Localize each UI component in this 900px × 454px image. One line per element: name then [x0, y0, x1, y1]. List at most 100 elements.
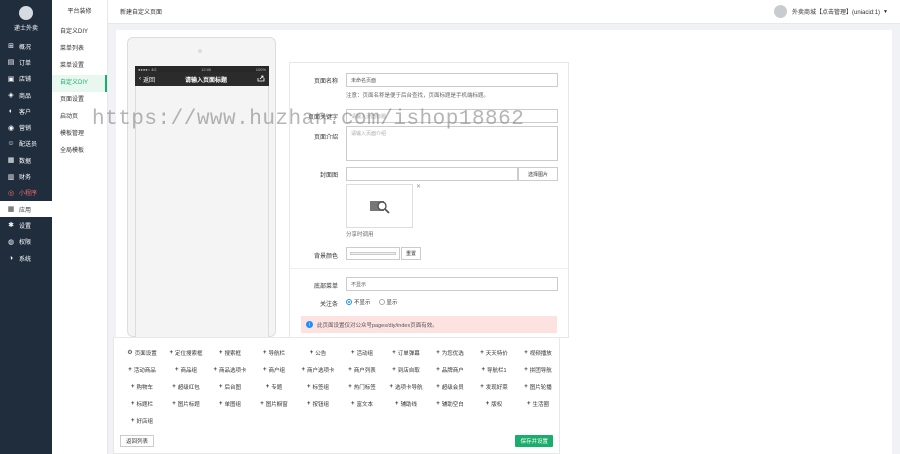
- component-button[interactable]: + 超级红包: [164, 378, 208, 395]
- nav-item[interactable]: ☺ 配送员: [0, 136, 52, 152]
- component-button[interactable]: + 热门标签: [340, 378, 384, 395]
- plus-icon: +: [436, 349, 440, 356]
- component-button[interactable]: + 图片标题: [164, 395, 208, 412]
- nav-item[interactable]: ▥ 财务: [0, 168, 52, 184]
- component-button[interactable]: + 标题栏: [120, 395, 164, 412]
- nav-item[interactable]: ✱ 设置: [0, 217, 52, 233]
- component-button[interactable]: + 导航栏: [252, 344, 296, 361]
- sub-nav-item[interactable]: 自定义DIY: [52, 24, 107, 41]
- bg-color-picker[interactable]: [346, 247, 400, 260]
- component-button[interactable]: + 定位搜索框: [164, 344, 208, 361]
- component-button[interactable]: + 到店自取: [384, 361, 428, 378]
- component-button[interactable]: + 标签组: [296, 378, 340, 395]
- component-label: 图片轮播: [529, 384, 552, 391]
- component-button[interactable]: + 商户组: [252, 361, 296, 378]
- user-menu[interactable]: 外卖商城【点击管理】(uniacid:1) ▼: [774, 5, 888, 18]
- sub-nav-item[interactable]: 页面设置: [52, 92, 107, 109]
- component-label: 标签组: [312, 384, 330, 391]
- component-button[interactable]: + 活动组: [340, 344, 384, 361]
- nav-item[interactable]: ◑ 系统: [0, 250, 52, 266]
- component-button[interactable]: + 导航栏1: [472, 361, 516, 378]
- component-button[interactable]: + 商户选项卡: [296, 361, 340, 378]
- phone-title-bar[interactable]: ‹ 返回 请输入页面标题: [135, 72, 269, 86]
- component-button[interactable]: + 富文本: [340, 395, 384, 412]
- component-button[interactable]: + 版权: [472, 395, 516, 412]
- component-button[interactable]: + 后台图: [208, 378, 252, 395]
- sub-nav-item[interactable]: 自定义DIY: [52, 75, 107, 92]
- component-button[interactable]: + 公告: [296, 344, 340, 361]
- plus-icon: +: [436, 383, 440, 390]
- component-button[interactable]: + 单图组: [208, 395, 252, 412]
- component-label: 专题: [271, 384, 283, 391]
- component-button[interactable]: + 辅助空白: [428, 395, 472, 412]
- plus-icon: +: [485, 400, 490, 407]
- component-label: 订单弹幕: [397, 350, 420, 357]
- nav-item[interactable]: ⊞ 概况: [0, 38, 52, 54]
- nav-item[interactable]: ▦ 数据: [0, 152, 52, 168]
- component-label: 商户列表: [353, 367, 376, 374]
- page-desc-textarea[interactable]: 请输入页面介绍: [346, 126, 558, 161]
- sub-nav-item[interactable]: 启动页: [52, 109, 107, 126]
- component-button[interactable]: + 图片轮播: [516, 378, 560, 395]
- component-button[interactable]: + 超级会员: [428, 378, 472, 395]
- component-button[interactable]: + 订单弹幕: [384, 344, 428, 361]
- page-name-input[interactable]: 未命名页面: [346, 73, 558, 87]
- choose-image-button[interactable]: 选择图片: [518, 167, 558, 181]
- component-label: 生活圈: [532, 401, 550, 408]
- nav-item[interactable]: ▤ 订单: [0, 54, 52, 70]
- component-label: 超级会员: [441, 384, 464, 391]
- rider-icon: ☺: [7, 140, 15, 148]
- component-label: 购物车: [136, 384, 154, 391]
- component-button[interactable]: ⚙ 页面设置: [120, 344, 164, 361]
- page-keyword-input[interactable]: 请输入页面标题: [346, 109, 558, 123]
- component-button[interactable]: + 选项卡导航: [384, 378, 428, 395]
- components-panel: ⚙ 页面设置 + 定位搜索框 + 搜索框 + 导航栏 + 公告 + 活动组 + 订单弹幕 + 为您优选 + 天天特…: [113, 337, 560, 454]
- cover-input[interactable]: [346, 167, 518, 181]
- component-button[interactable]: + 商品选项卡: [208, 361, 252, 378]
- sub-nav-item[interactable]: 菜单设置: [52, 58, 107, 75]
- component-button[interactable]: + 发现好菜: [472, 378, 516, 395]
- component-button[interactable]: + 商品组: [164, 361, 208, 378]
- divider: [290, 268, 568, 269]
- breadcrumb: 新建自定义页面: [120, 10, 163, 16]
- nav-item[interactable]: ◐ 客户: [0, 103, 52, 119]
- nav-item[interactable]: ▣ 店铺: [0, 71, 52, 87]
- save-settings-button[interactable]: 保存并设置: [515, 435, 553, 447]
- component-button[interactable]: + 图片橱窗: [252, 395, 296, 412]
- brand[interactable]: 递士外卖: [0, 0, 52, 38]
- nav-item[interactable]: ▦ 应用: [0, 200, 52, 218]
- component-button[interactable]: + 搜索框: [208, 344, 252, 361]
- component-button[interactable]: + 天天特价: [472, 344, 516, 361]
- component-button[interactable]: + 生活圈: [516, 395, 560, 412]
- component-label: 导航栏1: [486, 367, 507, 374]
- sub-nav-item[interactable]: 菜单列表: [52, 41, 107, 58]
- share-icon[interactable]: [257, 75, 265, 84]
- component-button[interactable]: + 拼团导航: [516, 361, 560, 378]
- follow-radio-show[interactable]: 显示: [378, 298, 398, 306]
- nav-item[interactable]: ◎ 小程序: [0, 185, 52, 201]
- nav-item[interactable]: ◍ 权限: [0, 234, 52, 250]
- reset-button[interactable]: 重置: [401, 247, 421, 260]
- phone-back[interactable]: ‹ 返回: [139, 75, 155, 84]
- component-button[interactable]: + 按钮组: [296, 395, 340, 412]
- nav-item[interactable]: ◉ 营销: [0, 119, 52, 135]
- component-button[interactable]: + 品牌商户: [428, 361, 472, 378]
- component-button[interactable]: + 为您优选: [428, 344, 472, 361]
- remove-image-icon[interactable]: ✕: [416, 183, 421, 190]
- bottom-menu-select[interactable]: 不显示: [346, 277, 558, 291]
- cover-image-placeholder[interactable]: [346, 184, 413, 228]
- plus-icon: +: [350, 400, 355, 407]
- component-button[interactable]: + 商户列表: [340, 361, 384, 378]
- component-button[interactable]: + 好店组: [120, 412, 164, 429]
- component-button[interactable]: + 辅助线: [384, 395, 428, 412]
- component-button[interactable]: + 专题: [252, 378, 296, 395]
- back-to-list-button[interactable]: 返回列表: [120, 435, 155, 447]
- component-button[interactable]: + 活动商品: [120, 361, 164, 378]
- nav-item[interactable]: ◈ 商品: [0, 87, 52, 103]
- component-label: 选项卡导航: [395, 384, 423, 391]
- sub-nav-section-item[interactable]: 全局模板: [52, 143, 107, 160]
- follow-radio-hide[interactable]: 不显示: [346, 298, 371, 306]
- component-button[interactable]: + 购物车: [120, 378, 164, 395]
- phone-screen[interactable]: [135, 86, 269, 337]
- component-button[interactable]: + 视频播放: [516, 344, 560, 361]
